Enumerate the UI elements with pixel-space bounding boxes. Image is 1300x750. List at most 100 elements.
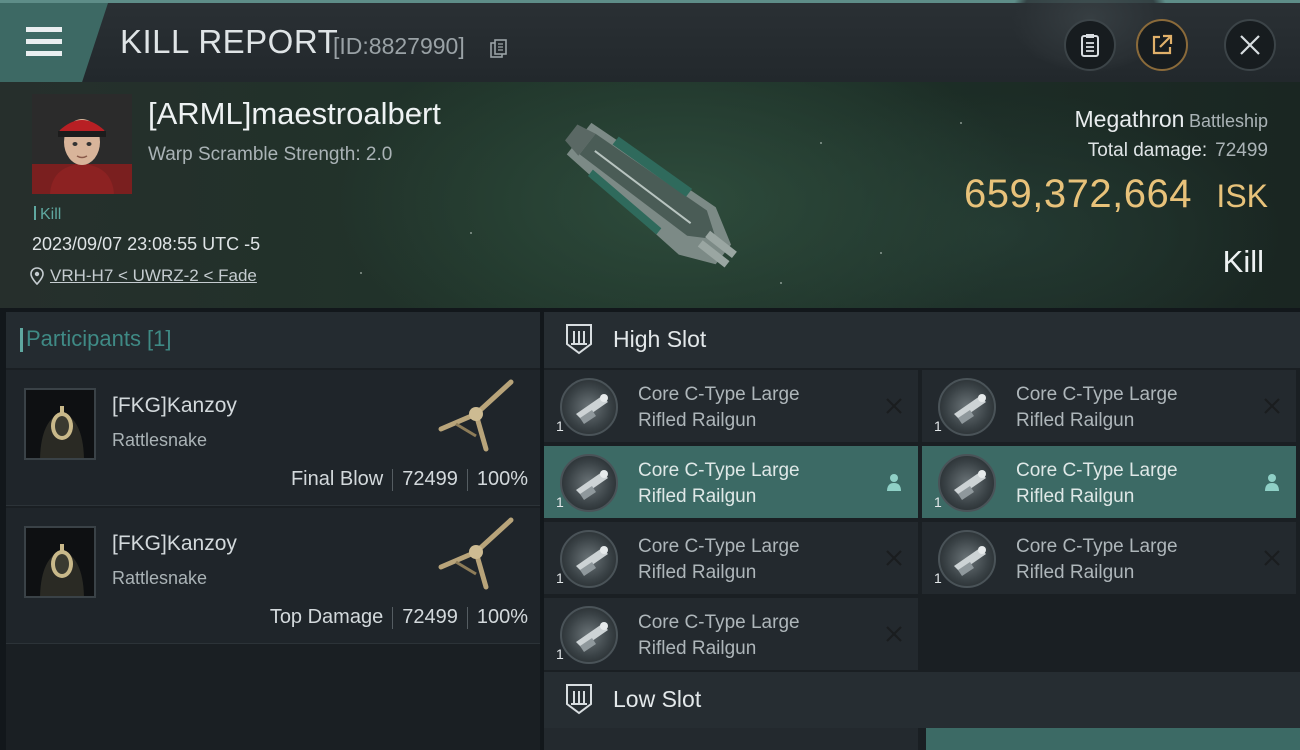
hamburger-icon <box>26 27 62 32</box>
low-slot-label: Low Slot <box>613 686 702 712</box>
participant-avatar[interactable] <box>24 388 96 460</box>
pilot-portrait-image <box>26 390 94 458</box>
module-name-line2: Rifled Railgun <box>638 410 757 431</box>
module-name: Core C-Type Large Rifled Railgun <box>1016 534 1246 586</box>
kill-tag: Kill <box>34 206 61 224</box>
ship-image <box>565 122 737 268</box>
location-link[interactable]: VRH-H7 < UWRZ-2 < Fade <box>50 266 257 286</box>
participants-header: Participants [1] <box>6 312 540 368</box>
participant-damage: 72499 <box>402 468 458 490</box>
railgun-icon <box>938 378 996 436</box>
hamburger-icon-bar <box>26 51 62 56</box>
module-quantity: 1 <box>934 570 942 586</box>
destroyed-x-icon <box>1264 550 1280 566</box>
high-slot-label: High Slot <box>613 326 707 352</box>
victim-name[interactable]: [ARML]maestroalbert <box>148 96 441 132</box>
participant-role: Top Damage <box>269 606 384 628</box>
module-item[interactable]: 1 Core C-Type Large Rifled Railgun <box>922 370 1296 442</box>
person-icon <box>1265 474 1279 491</box>
participant-damage: 72499 <box>402 606 458 628</box>
module-name-line2: Rifled Railgun <box>1016 486 1135 507</box>
participant-name[interactable]: [FKG]Kanzoy <box>112 532 237 556</box>
low-slot-module-partial[interactable] <box>544 728 918 750</box>
participants-panel: Participants [1] [FKG]Kanzoy Rattlesnake <box>6 312 540 750</box>
module-name-line2: Rifled Railgun <box>638 638 757 659</box>
close-icon <box>1240 35 1260 55</box>
module-name-line1: Core C-Type Large <box>638 612 800 633</box>
module-quantity: 1 <box>556 646 564 662</box>
result-label: Kill <box>1222 244 1264 279</box>
participant-ship: Rattlesnake <box>112 430 208 450</box>
kill-location[interactable]: VRH-H7 < UWRZ-2 < Fade <box>30 266 257 286</box>
high-slot-icon <box>566 324 592 355</box>
participant-percent: 100% <box>476 468 528 490</box>
pilot-portrait-image <box>26 528 94 596</box>
module-item[interactable]: 1 Core C-Type Large Rifled Railgun <box>922 522 1296 594</box>
total-damage-value: 72499 <box>1215 140 1268 161</box>
module-item[interactable]: 1 Core C-Type Large Rifled Railgun <box>544 446 918 518</box>
close-button[interactable] <box>1224 19 1276 71</box>
destroyed-x-icon <box>886 626 902 642</box>
total-damage: Total damage: 72499 <box>1088 140 1268 162</box>
participant-stats: Final Blow 72499 100% <box>291 468 528 491</box>
share-icon <box>1152 34 1173 55</box>
railgun-icon <box>560 530 618 588</box>
participant-ship-image <box>438 517 514 590</box>
module-quantity: 1 <box>556 418 564 434</box>
module-name-line2: Rifled Railgun <box>1016 562 1135 583</box>
module-item[interactable]: 1 Core C-Type Large Rifled Railgun <box>922 446 1296 518</box>
star <box>470 232 472 234</box>
module-item[interactable]: 1 Core C-Type Large Rifled Railgun <box>544 598 918 670</box>
module-name-line1: Core C-Type Large <box>1016 460 1178 481</box>
module-item[interactable]: 1 Core C-Type Large Rifled Railgun <box>544 370 918 442</box>
low-slot-module-partial[interactable] <box>926 728 1300 750</box>
railgun-icon <box>938 530 996 588</box>
ship-class: Battleship <box>1188 111 1268 131</box>
module-name: Core C-Type Large Rifled Railgun <box>1016 382 1246 434</box>
clipboard-icon <box>1081 34 1099 57</box>
module-name: Core C-Type Large Rifled Railgun <box>638 534 868 586</box>
destroyed-x-icon <box>886 398 902 414</box>
module-quantity: 1 <box>934 494 942 510</box>
victim-avatar[interactable] <box>32 94 132 194</box>
module-name: Core C-Type Large Rifled Railgun <box>638 382 868 434</box>
module-name: Core C-Type Large Rifled Railgun <box>1016 458 1246 510</box>
ship-name: Megathron <box>1074 106 1185 132</box>
participant-name[interactable]: [FKG]Kanzoy <box>112 394 237 418</box>
participant-role: Final Blow <box>290 468 384 490</box>
railgun-icon <box>560 606 618 664</box>
divider <box>466 606 468 629</box>
star <box>780 282 782 284</box>
module-quantity: 1 <box>556 494 564 510</box>
module-name-line1: Core C-Type Large <box>1016 384 1178 405</box>
participant-stats: Top Damage 72499 100% <box>270 606 528 629</box>
module-name-line1: Core C-Type Large <box>638 536 800 557</box>
copy-icon[interactable] <box>490 39 508 59</box>
portrait-image <box>32 94 132 194</box>
module-quantity: 1 <box>934 418 942 434</box>
fitting-panel: High Slot 1 Core C-Type Large Rifled Railg… <box>544 312 1300 750</box>
module-name-line1: Core C-Type Large <box>1016 536 1178 557</box>
divider <box>392 606 394 629</box>
participant-row[interactable]: [FKG]Kanzoy Rattlesnake Top Damage 72499… <box>6 508 540 644</box>
top-bar: KILL REPORT [ID:8827990] <box>0 0 1300 82</box>
divider <box>466 468 468 491</box>
participant-row[interactable]: [FKG]Kanzoy Rattlesnake Final Blow 72499… <box>6 370 540 506</box>
menu-button[interactable] <box>0 3 108 82</box>
share-button[interactable] <box>1136 19 1188 71</box>
location-pin-icon <box>30 267 44 285</box>
low-slot-header: Low Slot <box>544 672 1300 728</box>
ship-type: Megathron Battleship <box>1075 106 1268 133</box>
hamburger-icon-bar <box>26 39 62 44</box>
participant-avatar[interactable] <box>24 526 96 598</box>
participants-title: Participants [1] <box>20 326 172 352</box>
star <box>360 272 362 274</box>
module-quantity: 1 <box>556 570 564 586</box>
destroyed-x-icon <box>1264 398 1280 414</box>
clipboard-button[interactable] <box>1064 19 1116 71</box>
module-name-line2: Rifled Railgun <box>638 562 757 583</box>
star <box>820 142 822 144</box>
module-name-line1: Core C-Type Large <box>638 384 800 405</box>
module-name: Core C-Type Large Rifled Railgun <box>638 458 868 510</box>
module-item[interactable]: 1 Core C-Type Large Rifled Railgun <box>544 522 918 594</box>
